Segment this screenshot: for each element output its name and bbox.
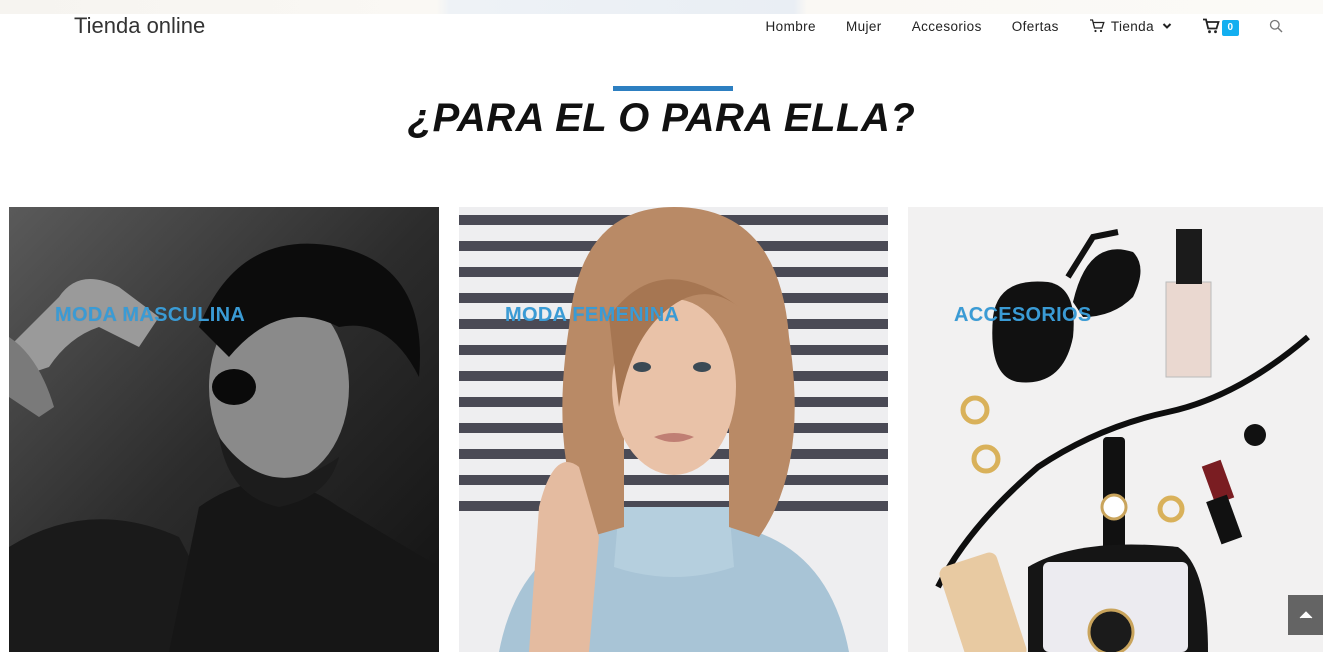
site-header: Tienda online Hombre Mujer Accesorios Of…: [0, 14, 1323, 44]
title-divider: [613, 86, 733, 91]
cart-count-badge: 0: [1222, 20, 1239, 36]
nav-item-ofertas[interactable]: Ofertas: [1012, 19, 1059, 34]
search-button[interactable]: [1269, 19, 1283, 33]
category-label: MODA FEMENINA: [505, 304, 680, 326]
chevron-down-icon: [1162, 23, 1172, 29]
category-card-accesorios[interactable]: ACCESORIOS: [908, 207, 1323, 652]
previous-section-strip: [0, 0, 1323, 14]
arrow-up-icon: [1299, 611, 1312, 619]
category-label: ACCESORIOS: [954, 304, 1092, 326]
category-card-moda-femenina[interactable]: MODA FEMENINA: [459, 207, 888, 652]
nav-item-tienda-label: Tienda: [1110, 18, 1154, 34]
scroll-to-top-button[interactable]: [1288, 595, 1323, 635]
cart-icon: [1089, 19, 1105, 33]
category-image-accessories: [908, 207, 1323, 652]
category-label: MODA MASCULINA: [55, 304, 246, 326]
category-image-woman: [459, 207, 888, 652]
nav-item-tienda[interactable]: Tienda: [1089, 19, 1172, 34]
nav-item-hombre[interactable]: Hombre: [766, 19, 816, 34]
cart-icon: [1203, 18, 1220, 34]
site-brand[interactable]: Tienda online: [74, 14, 205, 38]
category-image-man: [9, 207, 439, 652]
search-icon: [1269, 19, 1283, 33]
category-card-moda-masculina[interactable]: MODA MASCULINA: [9, 207, 439, 652]
section-title: ¿PARA EL O PARA ELLA?: [407, 96, 916, 140]
nav-item-accesorios[interactable]: Accesorios: [912, 19, 982, 34]
cart-button[interactable]: 0: [1202, 18, 1239, 36]
main-nav: Hombre Mujer Accesorios Ofertas Tienda 0: [766, 16, 1283, 36]
nav-item-mujer[interactable]: Mujer: [846, 19, 882, 34]
